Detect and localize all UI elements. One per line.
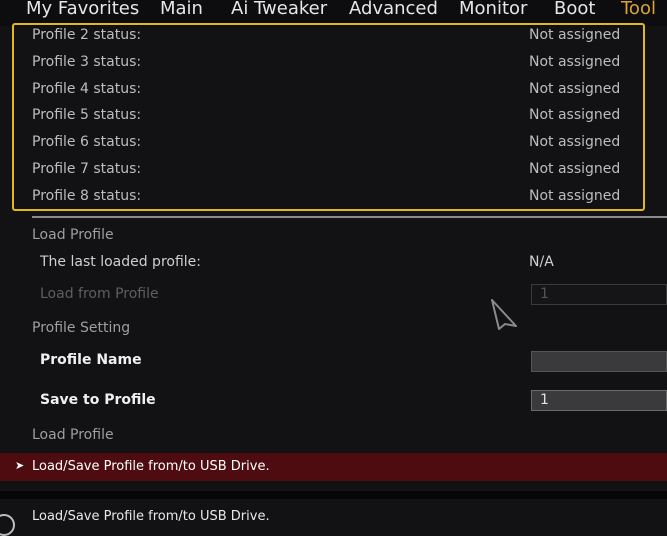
tab-ai-tweaker[interactable]: Ai Tweaker <box>231 0 327 19</box>
profile-status-label: Profile 8 status: <box>32 188 142 204</box>
profile-status-value: Not assigned <box>529 107 621 123</box>
profile-status-value: Not assigned <box>529 54 621 70</box>
profile-status-value: Not assigned <box>529 81 621 97</box>
help-separator <box>0 491 667 499</box>
profile-status-value: Not assigned <box>529 161 621 177</box>
profile-status-row: Profile 8 status: Not assigned <box>32 188 632 208</box>
mouse-pointer-icon <box>491 299 517 330</box>
load-profile-heading: Load Profile <box>32 227 114 243</box>
profile-status-label: Profile 7 status: <box>32 161 142 177</box>
profile-status-value: Not assigned <box>529 134 621 150</box>
profile-name-label: Profile Name <box>40 352 142 368</box>
profile-status-row: Profile 2 status: Not assigned <box>32 27 632 47</box>
last-loaded-profile-label: The last loaded profile: <box>40 254 201 270</box>
profile-status-row: Profile 7 status: Not assigned <box>32 161 632 181</box>
tab-monitor[interactable]: Monitor <box>459 0 527 19</box>
profile-status-label: Profile 5 status: <box>32 107 142 123</box>
profile-status-row: Profile 5 status: Not assigned <box>32 107 632 127</box>
tab-advanced[interactable]: Advanced <box>349 0 438 19</box>
profile-status-row: Profile 3 status: Not assigned <box>32 54 632 74</box>
tab-main[interactable]: Main <box>160 0 203 19</box>
profile-status-highlight-box: Profile 2 status: Not assigned Profile 3… <box>12 23 645 211</box>
profile-status-value: Not assigned <box>529 188 621 204</box>
load-from-profile-input: 1 <box>531 284 667 305</box>
tab-boot[interactable]: Boot <box>554 0 595 19</box>
load-from-profile-label: Load from Profile <box>40 286 159 302</box>
usb-profile-label: Load/Save Profile from/to USB Drive. <box>32 459 270 474</box>
usb-profile-menu-item[interactable]: ➤ Load/Save Profile from/to USB Drive. <box>0 453 667 481</box>
profile-name-input[interactable] <box>531 351 667 372</box>
save-to-profile-label: Save to Profile <box>40 392 156 408</box>
profile-status-row: Profile 6 status: Not assigned <box>32 134 632 154</box>
chevron-right-icon: ➤ <box>15 459 25 472</box>
save-to-profile-select[interactable]: 1 <box>531 390 667 411</box>
tab-tool[interactable]: Tool <box>621 0 656 19</box>
info-icon <box>0 514 15 536</box>
profile-status-label: Profile 3 status: <box>32 54 142 70</box>
load-profile-heading-2: Load Profile <box>32 427 114 443</box>
profile-status-label: Profile 6 status: <box>32 134 142 150</box>
profile-status-row: Profile 4 status: Not assigned <box>32 81 632 101</box>
help-bar: Load/Save Profile from/to USB Drive. <box>0 499 667 536</box>
last-loaded-profile-value: N/A <box>529 254 554 270</box>
profile-status-label: Profile 4 status: <box>32 81 142 97</box>
profile-status-value: Not assigned <box>529 27 621 43</box>
help-text: Load/Save Profile from/to USB Drive. <box>32 509 270 524</box>
profile-status-label: Profile 2 status: <box>32 27 142 43</box>
profile-setting-heading: Profile Setting <box>32 320 131 336</box>
section-divider <box>32 216 667 218</box>
tab-my-favorites[interactable]: My Favorites <box>26 0 139 19</box>
